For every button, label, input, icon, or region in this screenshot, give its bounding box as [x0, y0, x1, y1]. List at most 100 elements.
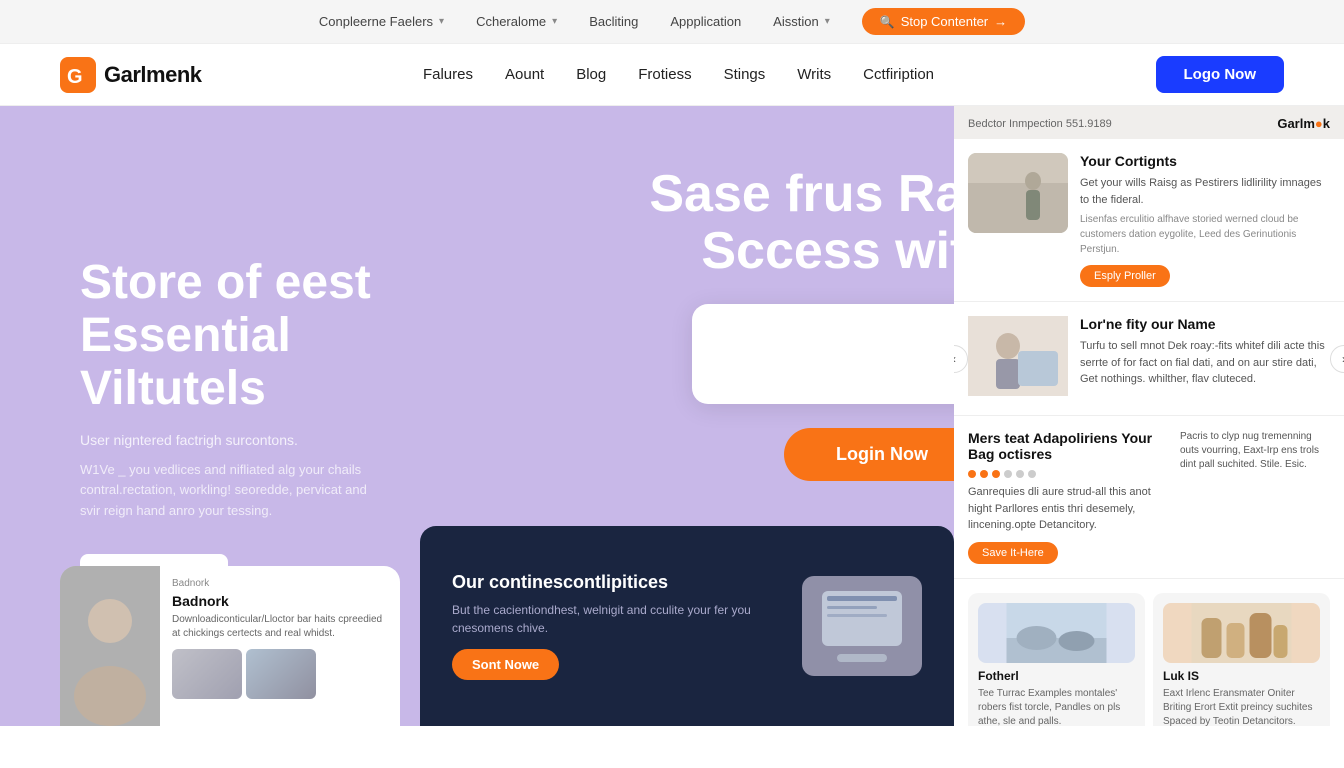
hero-center-cta-button[interactable]: Login Now	[784, 428, 980, 481]
nav-links: Falures Aount Blog Frotiess Stings Writs…	[423, 66, 934, 84]
main-navigation: G Garlmenk Falures Aount Blog Frotiess S…	[0, 44, 1344, 106]
preview-card-name: Badnork	[172, 593, 388, 609]
right-card-1: Your Cortignts Get your wills Raisg as P…	[954, 139, 1344, 302]
hero-heading: Store of eest Essential Viltutels	[80, 257, 380, 415]
top-bar-item-1[interactable]: Conpleerne Faelers ▾	[319, 14, 444, 29]
top-bar-label-1: Conpleerne Faelers	[319, 14, 433, 29]
nav-cta-button[interactable]: Logo Now	[1156, 56, 1284, 93]
right-panel-top-bar: Bedctor Inmpection 551.9189 Garlm●k	[954, 106, 1344, 139]
nav-item-stings[interactable]: Stings	[724, 66, 766, 84]
nav-item-frotiess[interactable]: Frotiess	[638, 66, 691, 84]
right-card-4-left-image	[978, 603, 1135, 663]
hero-body-text: W1Ve _ you vedlices and nifliated alg yo…	[80, 460, 380, 522]
chevron-down-icon-5: ▾	[825, 16, 830, 27]
right-card-2-image	[968, 316, 1068, 401]
nav-item-blog[interactable]: Blog	[576, 66, 606, 84]
hallway-image	[968, 153, 1068, 233]
preview-card-images	[172, 649, 388, 699]
preview-card-desc: Downloadiconticular/Lloctor bar haits cp…	[172, 613, 388, 641]
chevron-down-icon-1: ▾	[439, 16, 444, 27]
right-card-3-body: Mers teat Adapoliriens Your Bag octisres…	[954, 416, 1344, 578]
dot-1	[968, 470, 976, 478]
dark-card-text: Our continescontlipitices But the cacien…	[452, 572, 770, 680]
right-card-4-right-body: Eaxt Irlenc Eransmater Oniter Briting Er…	[1163, 687, 1320, 727]
top-bar-item-2[interactable]: Ccheralome ▾	[476, 14, 557, 29]
dot-2	[980, 470, 988, 478]
arrow-icon: →	[994, 14, 1007, 29]
top-bar-item-5[interactable]: Aisstion ▾	[773, 14, 830, 29]
top-bar-cta-button[interactable]: 🔍 Stop Contenter →	[862, 8, 1025, 35]
right-card-1-heading: Your Cortignts	[1080, 153, 1330, 169]
mini-image-2	[246, 649, 316, 699]
chevron-down-icon-2: ▾	[552, 16, 557, 27]
right-card-4-right-heading: Luk IS	[1163, 669, 1320, 683]
right-card-1-cta[interactable]: Esply Proller	[1080, 265, 1170, 287]
preview-card-badge: Badnork	[172, 578, 388, 589]
top-bar-label-3: Bacliting	[589, 14, 638, 29]
right-card-1-image	[968, 153, 1068, 233]
top-bar-label-5: Aisstion	[773, 14, 819, 29]
svg-text:G: G	[67, 66, 83, 88]
dot-3	[992, 470, 1000, 478]
right-panel: Bedctor Inmpection 551.9189 Garlm●k	[954, 106, 1344, 726]
right-panel-top-bar-text: Bedctor Inmpection 551.9189	[968, 118, 1112, 130]
right-card-3-body2: Pacris to clyp nug tremenning outs vourr…	[1180, 430, 1330, 472]
top-announcement-bar: Conpleerne Faelers ▾ Ccheralome ▾ Baclit…	[0, 0, 1344, 44]
device-svg	[802, 576, 922, 676]
right-card-1-body2: Lisenfas erculitio alfhave storied werne…	[1080, 212, 1330, 257]
preview-card-left: Badnork Badnork Downloadiconticular/Lloc…	[60, 566, 400, 726]
right-card-4-right-image	[1163, 603, 1320, 663]
bottles-svg	[1163, 603, 1320, 663]
search-icon: 🔍	[880, 15, 895, 29]
dot-6	[1028, 470, 1036, 478]
top-bar-item-4[interactable]: Appplication	[670, 14, 741, 29]
right-card-2-text: Lor'ne fity our Name Turfu to sell mnot …	[1080, 316, 1330, 401]
device-image	[802, 576, 922, 676]
person-image	[60, 566, 160, 726]
logo-icon: G	[60, 57, 96, 93]
avatar-area	[60, 566, 160, 726]
travel-svg	[978, 603, 1135, 663]
nav-item-falures[interactable]: Falures	[423, 66, 473, 84]
right-card-1-body: Get your wills Raisg as Pestirers lidlir…	[1080, 175, 1330, 208]
nav-item-aount[interactable]: Aount	[505, 66, 544, 84]
nav-item-cctfiription[interactable]: Cctfiription	[863, 66, 934, 84]
hero-bottom-cards: Badnork Badnork Downloadiconticular/Lloc…	[60, 526, 954, 726]
dark-card: Our continescontlipitices But the cacien…	[420, 526, 954, 726]
right-card-2-heading: Lor'ne fity our Name	[1080, 316, 1330, 332]
preview-card-content: Badnork Badnork Downloadiconticular/Lloc…	[160, 566, 400, 726]
right-card-2-body: Turfu to sell mnot Dek roay:-fits whitef…	[1080, 338, 1330, 388]
right-card-4-left-body: Tee Turrac Examples montales' robers fis…	[978, 687, 1135, 727]
right-panel-logo-small: Garlm●k	[1277, 116, 1330, 131]
right-card-4-left-heading: Fotherl	[978, 669, 1135, 683]
right-card-1-text: Your Cortignts Get your wills Raisg as P…	[1080, 153, 1330, 287]
right-card-1-body: Your Cortignts Get your wills Raisg as P…	[954, 139, 1344, 301]
right-card-3: Mers teat Adapoliriens Your Bag octisres…	[954, 416, 1344, 579]
right-card-3-text: Mers teat Adapoliriens Your Bag octisres…	[968, 430, 1168, 564]
right-card-3-images: Pacris to clyp nug tremenning outs vourr…	[1180, 430, 1330, 564]
logo-area[interactable]: G Garlmenk	[60, 57, 202, 93]
right-card-3-body: Ganrequies dli aure strud-all this anot …	[968, 484, 1168, 534]
dot-5	[1016, 470, 1024, 478]
right-card-4: Fotherl Tee Turrac Examples montales' ro…	[954, 579, 1344, 727]
right-card-3-cta[interactable]: Save It-Here	[968, 542, 1058, 564]
dark-card-cta-button[interactable]: Sont Nowe	[452, 649, 559, 680]
right-card-2: Lor'ne fity our Name Turfu to sell mnot …	[954, 302, 1344, 416]
right-card-2-body: Lor'ne fity our Name Turfu to sell mnot …	[954, 302, 1344, 415]
top-bar-cta-label: Stop Contenter	[901, 14, 988, 29]
hero-section: Store of eest Essential Viltutels User n…	[0, 106, 1344, 726]
right-card-4-right: Luk IS Eaxt Irlenc Eransmater Oniter Bri…	[1153, 593, 1330, 727]
top-bar-item-3[interactable]: Bacliting	[589, 14, 638, 29]
right-card-3-dots	[968, 470, 1168, 478]
person-desk-image	[968, 316, 1068, 396]
dark-card-title: Our continescontlipitices	[452, 572, 770, 593]
mini-image-1	[172, 649, 242, 699]
hero-subtitle: User nigntered factrigh surcontons.	[80, 432, 380, 448]
dark-card-body: But the cacientiondhest, welnigit and cc…	[452, 601, 770, 637]
top-bar-label-2: Ccheralome	[476, 14, 546, 29]
logo-text: Garlmenk	[104, 62, 202, 88]
right-card-4-left: Fotherl Tee Turrac Examples montales' ro…	[968, 593, 1145, 727]
dot-4	[1004, 470, 1012, 478]
right-card-3-heading: Mers teat Adapoliriens Your Bag octisres	[968, 430, 1168, 462]
nav-item-writs[interactable]: Writs	[797, 66, 831, 84]
